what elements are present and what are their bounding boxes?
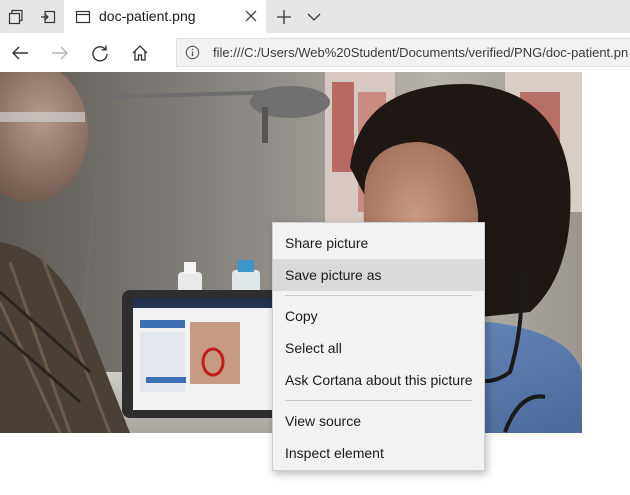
home-button[interactable] [124, 37, 156, 69]
tab-title: doc-patient.png [99, 8, 196, 24]
back-button[interactable] [4, 37, 36, 69]
info-icon[interactable] [185, 45, 200, 60]
home-icon [132, 45, 148, 61]
back-arrow-icon [12, 46, 28, 60]
menu-select-all[interactable]: Select all [273, 332, 484, 364]
tabs-aside-button[interactable] [0, 0, 32, 33]
context-menu: Share picture Save picture as Copy Selec… [272, 222, 485, 471]
page-icon [75, 10, 91, 24]
tab-doc-patient[interactable]: doc-patient.png [64, 0, 266, 33]
menu-ask-cortana[interactable]: Ask Cortana about this picture [273, 364, 484, 396]
navigation-toolbar: file:///C:/Users/Web%20Student/Documents… [0, 33, 630, 72]
tab-strip: doc-patient.png [0, 0, 630, 33]
forward-arrow-icon [52, 46, 68, 60]
url-text[interactable]: file:///C:/Users/Web%20Student/Documents… [213, 39, 628, 66]
menu-separator [285, 400, 472, 401]
tab-list-button[interactable] [298, 0, 330, 33]
tabs-aside-icon [8, 9, 23, 24]
set-tabs-aside-button[interactable] [32, 0, 64, 33]
menu-save-picture-as[interactable]: Save picture as [273, 259, 484, 291]
menu-separator [285, 295, 472, 296]
plus-icon [277, 9, 291, 24]
refresh-icon [92, 45, 108, 62]
set-tabs-aside-icon [41, 10, 56, 23]
forward-button[interactable] [44, 37, 76, 69]
new-tab-button[interactable] [268, 0, 300, 33]
close-icon[interactable] [244, 9, 258, 23]
menu-share-picture[interactable]: Share picture [273, 227, 484, 259]
chevron-down-icon [307, 13, 321, 21]
refresh-button[interactable] [84, 37, 116, 69]
menu-copy[interactable]: Copy [273, 300, 484, 332]
image-viewport: Share picture Save picture as Copy Selec… [0, 72, 630, 495]
menu-view-source[interactable]: View source [273, 405, 484, 437]
menu-inspect-element[interactable]: Inspect element [273, 437, 484, 469]
address-bar[interactable]: file:///C:/Users/Web%20Student/Documents… [176, 38, 630, 67]
